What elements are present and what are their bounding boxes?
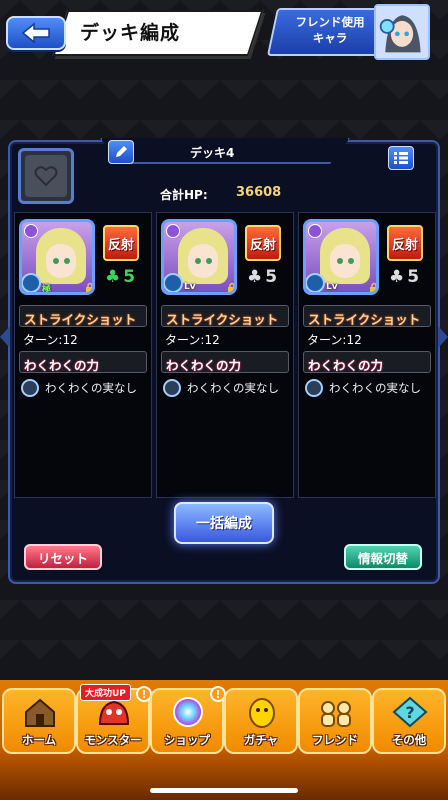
type-icon [166, 224, 180, 238]
home-icon [25, 698, 55, 727]
character-avatar-icon [376, 6, 428, 58]
monster-slot-1[interactable]: 極 反射 ♣ 5 ストライクショット ターン:12 わくわくの力 わくわくの実な… [14, 212, 152, 498]
egg-icon [249, 698, 275, 728]
bottom-navigation: ホーム モンスター ! ショップ ! ガチャ フレンド ? その他 [0, 680, 448, 800]
lock-icon [86, 282, 92, 292]
strike-shot-name: ストライクショット [161, 305, 289, 327]
water-element-icon [164, 273, 183, 292]
ability-name: わくわくの力 [161, 351, 289, 373]
left-scroll-arrow[interactable] [0, 326, 10, 348]
deck-list-button[interactable] [388, 146, 414, 170]
ability-name: わくわくの力 [19, 351, 147, 373]
total-hp-value: 36608 [236, 185, 282, 200]
luck-display: ♣ 5 [247, 267, 277, 287]
water-element-icon [306, 273, 325, 292]
nav-home[interactable]: ホーム [2, 688, 76, 754]
edit-deck-name-button[interactable] [108, 140, 134, 164]
clover-icon: ♣ [389, 267, 405, 287]
clover-icon: ♣ [105, 267, 121, 287]
reset-button[interactable]: リセット [24, 544, 102, 570]
luck-display: ♣ 5 [105, 267, 135, 287]
turn-count: ターン:12 [165, 333, 220, 347]
fruit-label: わくわくの実なし [329, 381, 421, 395]
luck-value: 5 [123, 267, 136, 287]
luck-display: ♣ 5 [389, 267, 419, 287]
nav-friend[interactable]: フレンド [298, 688, 372, 754]
orb-icon [173, 697, 203, 727]
luck-value: 5 [407, 267, 420, 287]
deck-name: デッキ4 [190, 146, 235, 160]
friend-avatar[interactable] [374, 4, 430, 60]
strike-shot-name: ストライクショット [303, 305, 431, 327]
nav-other[interactable]: ? その他 [372, 688, 446, 754]
monster-portrait[interactable]: Lv [161, 219, 237, 295]
type-icon [308, 224, 322, 238]
turn-count: ターン:12 [307, 333, 362, 347]
turn-count: ターン:12 [23, 333, 78, 347]
header: デッキ編成 フレンド使用 キャラ [0, 0, 448, 62]
water-element-icon [22, 273, 41, 292]
monster-portrait[interactable]: Lv [303, 219, 379, 295]
lock-icon [228, 282, 234, 292]
fruit-label: わくわくの実なし [45, 381, 137, 395]
svg-text:?: ? [405, 703, 414, 722]
fruit-icon [21, 379, 39, 397]
fruit-status: わくわくの実なし [21, 379, 137, 397]
level-badge: Lv [184, 282, 196, 292]
luck-value: 5 [265, 267, 278, 287]
strike-shot-name: ストライクショット [19, 305, 147, 327]
bulk-edit-button[interactable]: 一括編成 [174, 502, 274, 544]
friends-icon [321, 701, 351, 727]
nav-shop[interactable]: ショップ ! [150, 686, 226, 754]
list-icon [394, 152, 408, 164]
heart-icon [34, 166, 58, 187]
type-icon [24, 224, 38, 238]
monster-portrait[interactable]: 極 [19, 219, 95, 295]
fruit-status: わくわくの実なし [163, 379, 279, 397]
back-arrow-icon [21, 22, 50, 44]
right-scroll-arrow[interactable] [438, 326, 448, 348]
ability-name: わくわくの力 [303, 351, 431, 373]
reflect-badge: 反射 [387, 225, 423, 261]
lock-icon [370, 282, 376, 292]
nav-gacha[interactable]: ガチャ [224, 688, 298, 754]
fruit-icon [163, 379, 181, 397]
info-toggle-button[interactable]: 情報切替 [344, 544, 422, 570]
monster-slot-2[interactable]: Lv 反射 ♣ 5 ストライクショット ターン:12 わくわくの力 わくわくの実… [156, 212, 294, 498]
promo-badge: 大成功UP [80, 684, 131, 701]
page-title: デッキ編成 [80, 22, 181, 44]
pencil-icon [116, 146, 127, 157]
fruit-icon [305, 379, 323, 397]
total-hp-label: 合計HP: [160, 188, 208, 202]
fruit-status: わくわくの実なし [305, 379, 421, 397]
back-button[interactable] [6, 16, 66, 50]
home-indicator [150, 788, 298, 793]
level-badge: Lv [326, 282, 338, 292]
deck-icon-slot[interactable] [18, 148, 74, 204]
question-icon: ? [392, 696, 428, 728]
reflect-badge: 反射 [245, 225, 281, 261]
friend-character-label: フレンド使用 キャラ [295, 15, 365, 45]
reflect-badge: 反射 [103, 225, 139, 261]
monster-slot-3[interactable]: Lv 反射 ♣ 5 ストライクショット ターン:12 わくわくの力 わくわくの実… [298, 212, 436, 498]
level-badge: 極 [42, 285, 52, 295]
fruit-label: わくわくの実なし [187, 381, 279, 395]
clover-icon: ♣ [247, 267, 263, 287]
